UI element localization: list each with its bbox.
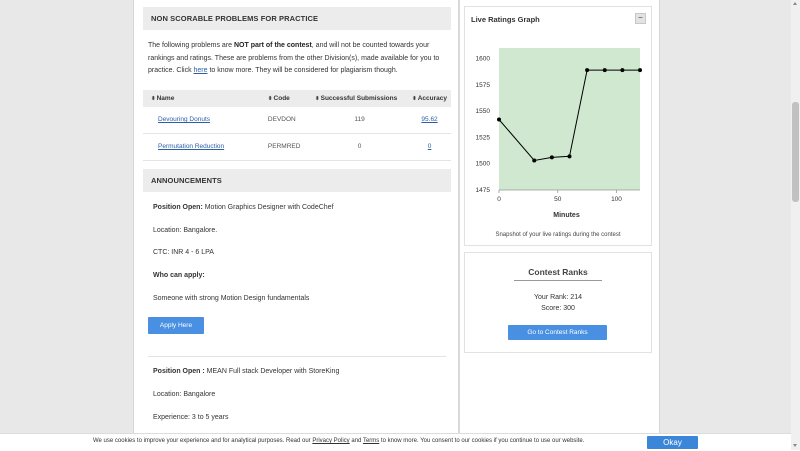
table-header-row: ⬍Name ⬍Code ⬍Successful Submissions ⬍Acc… [143, 89, 451, 107]
post2-location: Location: Bangalore [153, 391, 216, 398]
rating-point [497, 117, 501, 122]
scroll-thumb[interactable] [792, 102, 799, 202]
col-code-header[interactable]: ⬍Code [263, 89, 312, 107]
col-submissions-header[interactable]: ⬍Successful Submissions [311, 89, 409, 107]
post1-who-label: Who can apply: [153, 272, 205, 279]
cookie-text: We use cookies to improve your experienc… [93, 438, 584, 444]
submissions-cell: 119 [311, 106, 409, 134]
x-tick-label: 100 [611, 196, 622, 203]
practice-problems-table: ⬍Name ⬍Code ⬍Successful Submissions ⬍Acc… [143, 89, 451, 161]
y-tick-label: 1550 [476, 108, 491, 115]
sort-icon: ⬍ [151, 95, 156, 102]
rating-point [567, 154, 572, 159]
rating-point [585, 68, 590, 73]
y-tick-label: 1575 [476, 82, 491, 89]
accuracy-cell: 0 [408, 133, 451, 161]
post1-location: Location: Bangalore. [153, 227, 218, 234]
y-tick-label: 1475 [476, 187, 491, 194]
accuracy-link[interactable]: 95.62 [421, 116, 437, 123]
accuracy-link[interactable]: 0 [428, 143, 432, 150]
cookie-text-3: to know more. You consent to our cookies… [379, 438, 585, 444]
contest-ranks-panel: Contest Ranks Your Rank: 214 Score: 300 … [464, 252, 652, 353]
rating-point [620, 68, 625, 73]
intro-text-1: The following problems are [148, 42, 234, 49]
problem-link[interactable]: Permutation Reduction [158, 143, 224, 150]
scroll-up-icon[interactable] [793, 2, 797, 5]
cookie-text-2: and [349, 438, 363, 444]
rating-point [602, 68, 607, 73]
post-divider [148, 356, 446, 357]
col-submissions-label: Successful Submissions [320, 94, 398, 102]
y-tick-label: 1500 [476, 161, 491, 168]
post2-title-label: Position Open : [153, 368, 205, 375]
problem-name-cell: Permutation Reduction [143, 133, 264, 161]
x-tick-label: 0 [497, 196, 501, 203]
col-code-label: Code [273, 94, 290, 102]
problem-name-cell: Devouring Donuts [143, 106, 264, 134]
intro-bold: NOT part of the contest [234, 42, 312, 49]
accuracy-cell: 95.62 [408, 106, 451, 134]
y-tick-label: 1600 [476, 56, 491, 63]
live-ratings-chart: 1475 1500 1525 1550 1575 1600 0 50 100 Minutes [476, 48, 642, 219]
col-accuracy-header[interactable]: ⬍Accuracy [408, 89, 451, 107]
x-axis-label: Minutes [553, 212, 580, 219]
privacy-policy-link[interactable]: Privacy Policy [312, 438, 349, 444]
column-divider [458, 0, 460, 450]
sort-icon: ⬍ [267, 95, 273, 102]
post2-experience: Experience: 3 to 5 years [153, 414, 229, 421]
col-name-header[interactable]: ⬍Name [143, 89, 264, 107]
table-row: Permutation Reduction PERMRED 0 0 [143, 133, 451, 161]
practice-heading: NON SCORABLE PROBLEMS FOR PRACTICE [143, 7, 451, 30]
practice-section: NON SCORABLE PROBLEMS FOR PRACTICE The f… [143, 7, 451, 161]
post1-title: Position Open: Motion Graphics Designer … [148, 204, 339, 211]
submissions-cell: 0 [311, 133, 409, 161]
cookie-banner: We use cookies to improve your experienc… [0, 433, 800, 451]
post2-title-text: MEAN Full stack Developer with StoreKing [204, 368, 340, 375]
y-tick-label: 1525 [476, 134, 491, 141]
post1-ctc: CTC: INR 4 - 6 LPA [153, 249, 214, 256]
cookie-text-1: We use cookies to improve your experienc… [93, 438, 313, 444]
scroll-down-icon[interactable] [793, 444, 797, 447]
page-scrollbar[interactable] [791, 0, 800, 450]
plot-area [499, 48, 640, 190]
table-row: Devouring Donuts DEVDON 119 95.62 [143, 106, 451, 134]
rating-point [532, 158, 537, 163]
your-score: Score: 300 [541, 305, 575, 312]
post1-title-label: Position Open: [153, 204, 203, 211]
col-accuracy-label: Accuracy [417, 94, 447, 102]
terms-link[interactable]: Terms [363, 438, 379, 444]
rating-point [549, 155, 554, 160]
post1-who-text: Someone with strong Motion Design fundam… [153, 295, 310, 302]
minus-icon[interactable]: − [635, 13, 646, 24]
post1-title-text: Motion Graphics Designer with CodeChef [202, 204, 334, 211]
title-underline [514, 280, 602, 281]
problem-code-cell: DEVDON [263, 106, 312, 134]
sort-icon: ⬍ [412, 95, 417, 102]
announcements-section: ANNOUNCEMENTS Position Open: Motion Grap… [143, 169, 451, 434]
live-ratings-panel: Live Ratings Graph − 1475 1500 1525 1550 157… [464, 6, 652, 246]
your-rank: Your Rank: 214 [534, 294, 582, 301]
col-name-label: Name [156, 94, 175, 102]
page-content: NON SCORABLE PROBLEMS FOR PRACTICE The f… [133, 0, 660, 450]
announcements-heading: ANNOUNCEMENTS [143, 169, 451, 192]
apply-here-button[interactable]: Apply Here [148, 317, 204, 334]
contest-ranks-title: Contest Ranks [528, 267, 588, 277]
rating-point [638, 68, 642, 73]
go-to-contest-ranks-button[interactable]: Go to Contest Ranks [508, 325, 607, 340]
problem-link[interactable]: Devouring Donuts [158, 116, 210, 123]
post2-title: Position Open : MEAN Full stack Develope… [148, 368, 344, 375]
x-tick-label: 50 [554, 196, 562, 203]
intro-text-3: to know more. They will be considered fo… [207, 67, 398, 74]
live-ratings-title: Live Ratings Graph [471, 15, 540, 24]
sort-icon: ⬍ [315, 95, 320, 102]
okay-button[interactable]: Okay [647, 436, 698, 449]
here-link[interactable]: here [194, 67, 208, 74]
problem-code-cell: PERMRED [263, 133, 312, 161]
graph-caption: Snapshot of your live ratings during the… [495, 232, 621, 238]
practice-intro: The following problems are NOT part of t… [143, 30, 451, 78]
